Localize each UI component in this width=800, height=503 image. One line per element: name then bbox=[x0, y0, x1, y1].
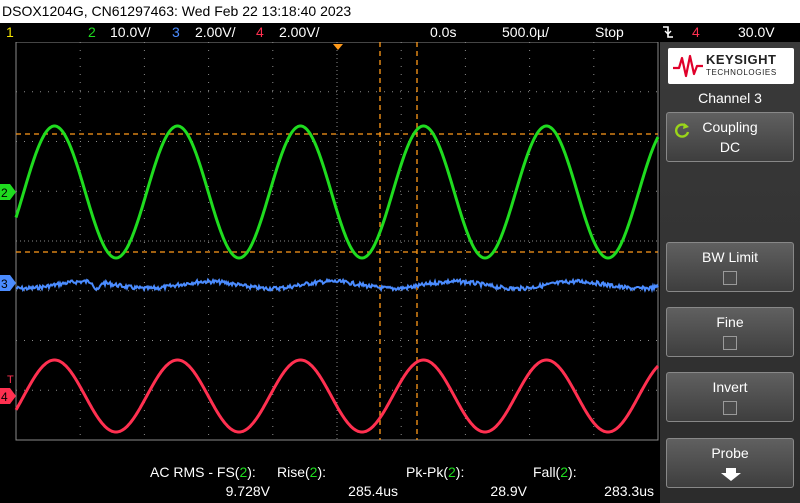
ch4-number[interactable]: 4 bbox=[256, 23, 264, 41]
trigger-level-marker: T bbox=[7, 374, 14, 386]
measurement-label: Pk-Pk( bbox=[406, 464, 448, 480]
waveform-display[interactable]: 2 3 4 T bbox=[0, 42, 660, 442]
svg-text:4: 4 bbox=[1, 390, 8, 404]
softkey-panel: KEYSIGHT TECHNOLOGIES Channel 3 Coupling… bbox=[660, 42, 800, 503]
invert-checkbox[interactable] bbox=[723, 401, 737, 415]
brand-subtitle: TECHNOLOGIES bbox=[706, 68, 777, 77]
keysight-wave-icon bbox=[673, 54, 703, 78]
bw-limit-checkbox[interactable] bbox=[723, 271, 737, 285]
softkey-label: Invert bbox=[712, 379, 748, 395]
measurement-pk-pk[interactable]: Pk-Pk(2): 28.9V bbox=[406, 464, 527, 501]
ch2-number[interactable]: 2 bbox=[88, 23, 96, 41]
ch2-ground-marker[interactable]: 2 bbox=[0, 184, 16, 200]
coupling-softkey[interactable]: Coupling DC bbox=[666, 112, 794, 162]
trigger-level[interactable]: 30.0V bbox=[738, 23, 775, 41]
measurement-fall[interactable]: Fall(2): 283.3us bbox=[533, 464, 654, 501]
time-delay[interactable]: 0.0s bbox=[430, 23, 456, 41]
measurement-value: 9.728V bbox=[225, 483, 270, 499]
ch3-scale[interactable]: 2.00V/ bbox=[195, 23, 235, 41]
brand-name: KEYSIGHT bbox=[706, 52, 777, 67]
measurement-label-end: ): bbox=[317, 464, 327, 480]
trigger-position-marker[interactable] bbox=[333, 44, 343, 50]
measurement-label-end: ): bbox=[455, 464, 465, 480]
measurement-rise[interactable]: Rise(2): 285.4us bbox=[277, 464, 398, 501]
window-title: DSOX1204G, CN61297463: Wed Feb 22 13:18:… bbox=[0, 0, 800, 23]
measurement-label: Rise( bbox=[277, 464, 310, 480]
measurement-ac-rms[interactable]: AC RMS - FS(2): 9.728V bbox=[150, 464, 270, 501]
measurement-label: Fall( bbox=[533, 464, 561, 480]
softkey-label: BW Limit bbox=[702, 249, 758, 265]
measurement-label-end: ): bbox=[247, 464, 256, 480]
run-state[interactable]: Stop bbox=[595, 23, 624, 41]
svg-text:2: 2 bbox=[1, 186, 8, 200]
time-scale[interactable]: 500.0µ/ bbox=[502, 23, 549, 41]
ch4-ground-marker[interactable]: 4 bbox=[0, 388, 16, 404]
measurement-bar: AC RMS - FS(2): 9.728V Rise(2): 285.4us … bbox=[0, 462, 660, 503]
ch3-ground-marker[interactable]: 3 bbox=[0, 275, 16, 291]
softkey-label: Probe bbox=[711, 445, 749, 461]
softkey-value: DC bbox=[719, 139, 741, 155]
measurement-label-end: ): bbox=[568, 464, 577, 480]
keysight-logo: KEYSIGHT TECHNOLOGIES bbox=[668, 48, 794, 84]
measurement-value: 285.4us bbox=[348, 483, 398, 499]
measurement-value: 28.9V bbox=[490, 483, 527, 499]
measurement-source: 2 bbox=[560, 464, 569, 480]
ch3-trace bbox=[15, 277, 659, 294]
menu-title: Channel 3 bbox=[698, 90, 762, 106]
trigger-edge-falling-icon bbox=[662, 25, 674, 43]
svg-text:3: 3 bbox=[1, 277, 8, 291]
ch1-number[interactable]: 1 bbox=[6, 23, 14, 41]
fine-checkbox[interactable] bbox=[723, 336, 737, 350]
softkey-label: Coupling bbox=[702, 119, 758, 135]
graticule bbox=[15, 42, 659, 441]
probe-softkey[interactable]: Probe bbox=[666, 438, 794, 488]
ch3-number[interactable]: 3 bbox=[172, 23, 180, 41]
chevron-down-icon bbox=[721, 468, 741, 481]
trigger-source[interactable]: 4 bbox=[692, 23, 700, 41]
fine-softkey[interactable]: Fine bbox=[666, 307, 794, 357]
ch4-scale[interactable]: 2.00V/ bbox=[279, 23, 319, 41]
softkey-label: Fine bbox=[716, 314, 744, 330]
measurement-value: 283.3us bbox=[604, 483, 654, 499]
invert-softkey[interactable]: Invert bbox=[666, 372, 794, 422]
ch2-scale[interactable]: 10.0V/ bbox=[110, 23, 150, 41]
measurement-source: 2 bbox=[448, 464, 456, 480]
measurement-label: AC RMS - FS( bbox=[150, 464, 240, 480]
bw-limit-softkey[interactable]: BW Limit bbox=[666, 242, 794, 292]
status-bar: 1 2 10.0V/ 3 2.00V/ 4 2.00V/ 0.0s 500.0µ… bbox=[0, 23, 800, 41]
